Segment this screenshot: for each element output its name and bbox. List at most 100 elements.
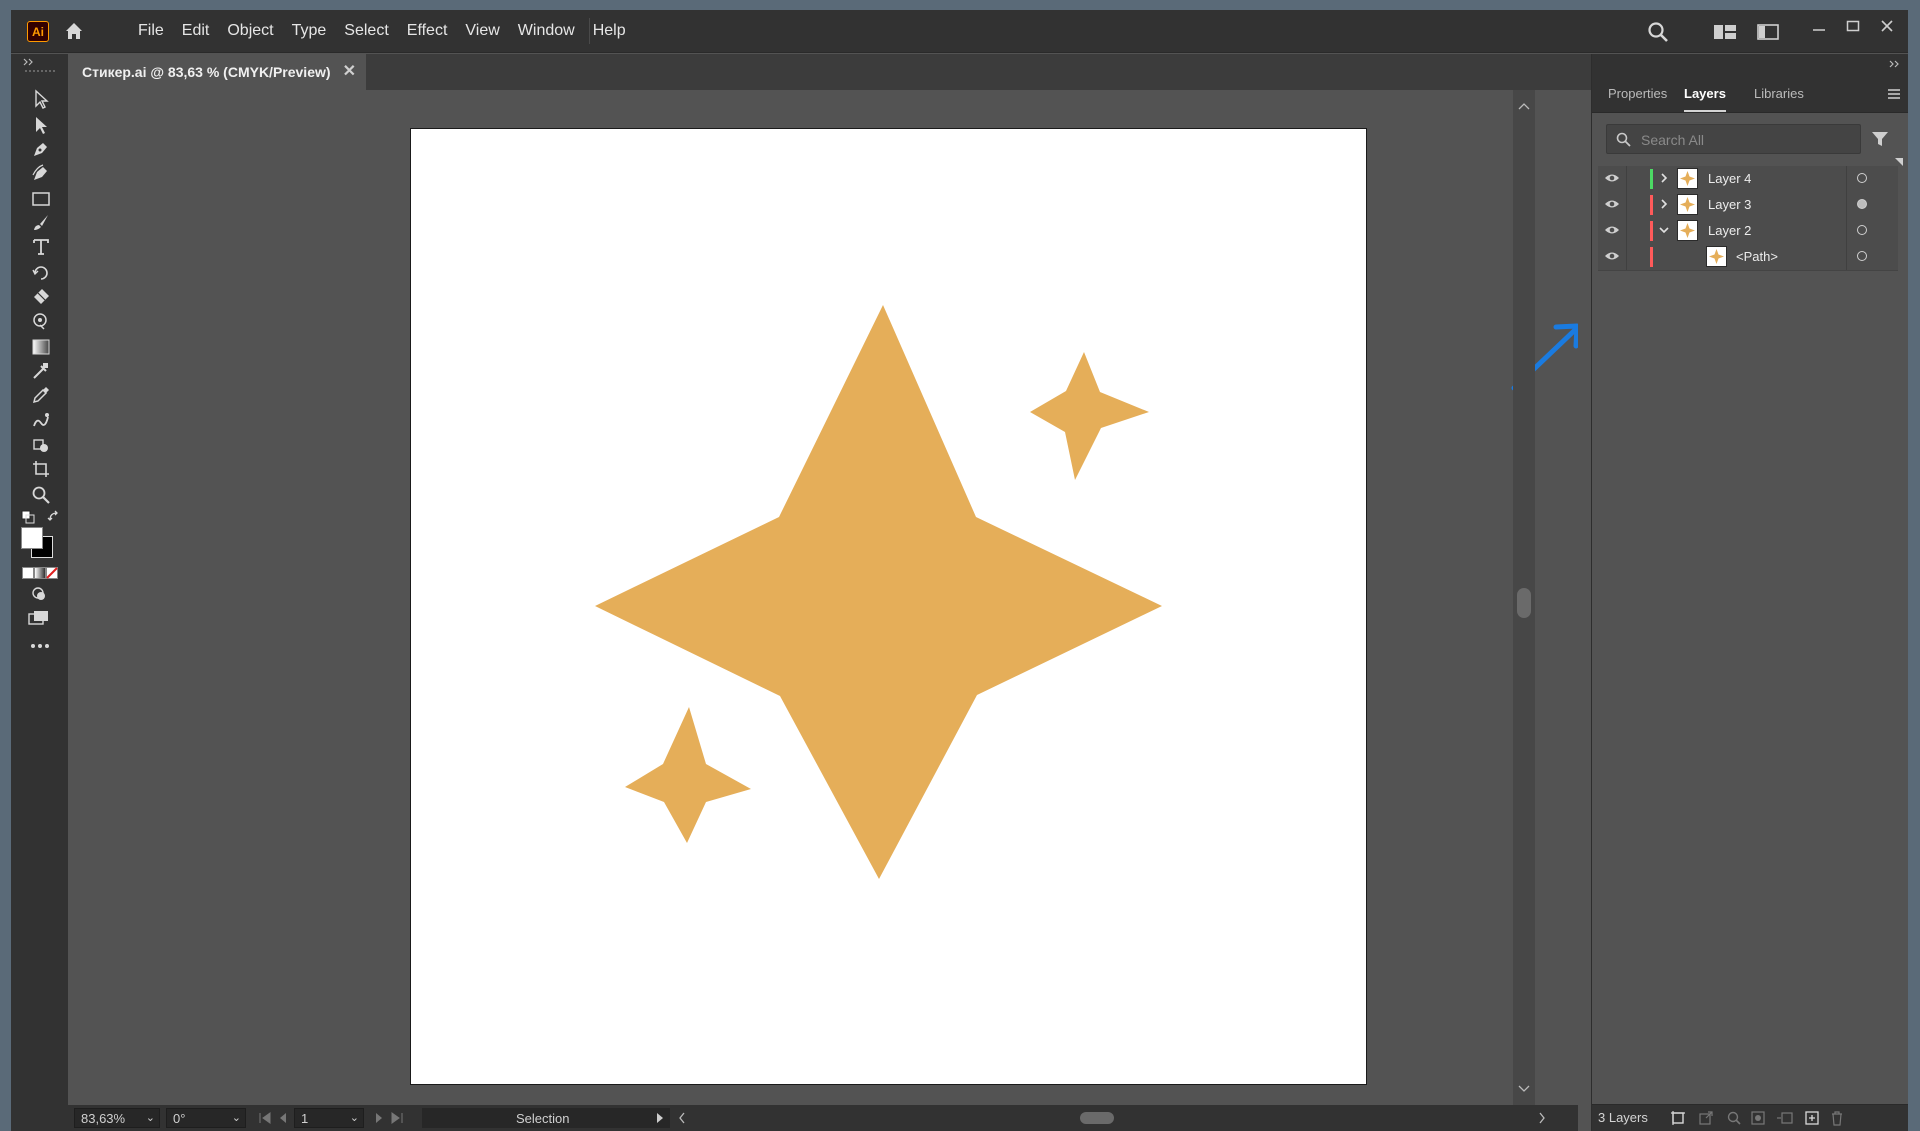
tab-libraries[interactable]: Libraries bbox=[1754, 76, 1804, 112]
document-tab[interactable]: Стикер.ai @ 83,63 % (CMYK/Preview) ✕ bbox=[68, 54, 366, 90]
chevron-down-icon[interactable]: ⌄ bbox=[232, 1111, 241, 1124]
menu-effect[interactable]: Effect bbox=[398, 22, 457, 40]
symbol-sprayer-tool[interactable] bbox=[28, 432, 54, 458]
search-input[interactable] bbox=[1639, 125, 1853, 155]
search-icon[interactable] bbox=[1647, 21, 1669, 43]
eyedropper-tool[interactable] bbox=[28, 382, 54, 408]
maximize-icon[interactable] bbox=[1845, 18, 1861, 34]
export-icon[interactable] bbox=[1698, 1110, 1714, 1126]
target-icon[interactable] bbox=[1857, 173, 1867, 183]
chevron-down-icon[interactable] bbox=[1658, 224, 1670, 236]
horizontal-scrollbar[interactable] bbox=[692, 1108, 1532, 1128]
target-icon[interactable] bbox=[1857, 251, 1867, 261]
chevron-down-icon[interactable]: ⌄ bbox=[350, 1111, 359, 1124]
layer-row[interactable]: Layer 2 bbox=[1598, 218, 1898, 245]
next-artboard-icon[interactable] bbox=[374, 1112, 384, 1124]
new-sublayer-icon[interactable] bbox=[1776, 1110, 1794, 1126]
tab-layers[interactable]: Layers bbox=[1684, 76, 1726, 112]
layer-row[interactable]: Layer 3 bbox=[1598, 192, 1898, 219]
artboard-tool[interactable] bbox=[28, 456, 54, 482]
menu-help[interactable]: Help bbox=[584, 22, 635, 40]
tool-status-field[interactable]: Selection bbox=[422, 1108, 670, 1128]
scroll-left-icon[interactable] bbox=[678, 1112, 686, 1124]
vertical-scrollbar[interactable] bbox=[1513, 90, 1535, 1105]
layer-row[interactable]: Layer 4 bbox=[1598, 166, 1898, 193]
eye-icon[interactable] bbox=[1604, 171, 1620, 185]
shape-builder-tool[interactable] bbox=[28, 358, 54, 384]
collapse-panel-icon[interactable] bbox=[23, 58, 35, 66]
arrange-documents-icon[interactable] bbox=[1757, 23, 1779, 41]
chevron-down-icon[interactable]: ⌄ bbox=[146, 1111, 155, 1124]
artboard-number-field[interactable]: 1 ⌄ bbox=[294, 1108, 364, 1128]
eye-icon[interactable] bbox=[1604, 249, 1620, 263]
panel-menu-icon[interactable] bbox=[1887, 89, 1901, 99]
zoom-tool[interactable] bbox=[28, 482, 54, 508]
minimize-icon[interactable] bbox=[1811, 20, 1827, 36]
eye-icon[interactable] bbox=[1604, 197, 1620, 211]
more-tools-icon[interactable] bbox=[29, 642, 51, 650]
menu-edit[interactable]: Edit bbox=[173, 22, 219, 40]
collect-for-export-icon[interactable] bbox=[1670, 1110, 1686, 1126]
menu-object[interactable]: Object bbox=[218, 22, 282, 40]
layer-name[interactable]: Layer 2 bbox=[1708, 223, 1751, 238]
none-mode-icon[interactable] bbox=[46, 567, 58, 579]
menu-window[interactable]: Window bbox=[509, 22, 584, 40]
make-clipping-mask-icon[interactable] bbox=[1750, 1110, 1766, 1126]
menu-type[interactable]: Type bbox=[283, 22, 336, 40]
home-icon[interactable] bbox=[63, 20, 85, 42]
menu-file[interactable]: File bbox=[129, 22, 173, 40]
horizontal-scroll-thumb[interactable] bbox=[1080, 1112, 1114, 1124]
blend-tool[interactable] bbox=[28, 408, 54, 434]
screen-mode-icon[interactable] bbox=[28, 610, 50, 626]
type-tool[interactable] bbox=[28, 234, 54, 260]
layer-name[interactable]: Layer 3 bbox=[1708, 197, 1751, 212]
tab-properties[interactable]: Properties bbox=[1608, 76, 1667, 112]
status-menu-icon[interactable] bbox=[656, 1112, 664, 1124]
locate-object-icon[interactable] bbox=[1726, 1110, 1742, 1126]
workspace-icon[interactable] bbox=[1713, 23, 1737, 41]
target-icon[interactable] bbox=[1857, 199, 1867, 209]
default-fill-stroke-icon[interactable] bbox=[21, 510, 35, 524]
rectangle-tool[interactable] bbox=[28, 186, 54, 212]
chevron-right-icon[interactable] bbox=[1658, 172, 1670, 184]
rotate-tool[interactable] bbox=[28, 260, 54, 286]
layers-search[interactable] bbox=[1606, 124, 1861, 155]
selection-tool[interactable] bbox=[28, 86, 54, 112]
path-name[interactable]: <Path> bbox=[1736, 249, 1778, 264]
eye-icon[interactable] bbox=[1604, 223, 1620, 237]
zoom-field[interactable]: 83,63% ⌄ bbox=[74, 1108, 160, 1128]
target-icon[interactable] bbox=[1857, 225, 1867, 235]
fill-swatch[interactable] bbox=[21, 527, 43, 549]
gradient-tool[interactable] bbox=[28, 334, 54, 360]
sublayer-row[interactable]: <Path> bbox=[1598, 244, 1898, 271]
chevron-right-icon[interactable] bbox=[1658, 198, 1670, 210]
draw-mode-icon[interactable] bbox=[31, 586, 47, 602]
scroll-up-icon[interactable] bbox=[1518, 102, 1530, 110]
delete-layer-icon[interactable] bbox=[1830, 1110, 1844, 1126]
direct-selection-tool[interactable] bbox=[28, 112, 54, 138]
scroll-thumb[interactable] bbox=[1517, 588, 1531, 618]
gradient-mode-button[interactable] bbox=[34, 567, 46, 579]
puppet-warp-tool[interactable] bbox=[28, 308, 54, 334]
eraser-tool[interactable] bbox=[28, 284, 54, 310]
close-document-icon[interactable]: ✕ bbox=[343, 61, 356, 81]
curvature-tool[interactable] bbox=[28, 160, 54, 186]
color-mode-button[interactable] bbox=[22, 567, 34, 579]
first-artboard-icon[interactable] bbox=[258, 1112, 272, 1124]
previous-artboard-icon[interactable] bbox=[278, 1112, 288, 1124]
close-icon[interactable] bbox=[1879, 18, 1895, 34]
menu-view[interactable]: View bbox=[456, 22, 508, 40]
layer-name[interactable]: Layer 4 bbox=[1708, 171, 1751, 186]
scroll-right-icon[interactable] bbox=[1538, 1112, 1546, 1124]
scroll-down-icon[interactable] bbox=[1518, 1085, 1530, 1093]
small-sparkle-bottom-left[interactable] bbox=[625, 707, 751, 843]
small-sparkle-top-right[interactable] bbox=[1030, 352, 1149, 480]
last-artboard-icon[interactable] bbox=[390, 1112, 404, 1124]
canvas-area[interactable] bbox=[68, 90, 1578, 1105]
filter-icon[interactable] bbox=[1871, 130, 1889, 148]
new-layer-icon[interactable] bbox=[1804, 1110, 1820, 1126]
swap-fill-stroke-icon[interactable] bbox=[47, 510, 61, 524]
pen-tool[interactable] bbox=[28, 136, 54, 162]
paintbrush-tool[interactable] bbox=[28, 210, 54, 236]
artboard[interactable] bbox=[410, 128, 1367, 1085]
